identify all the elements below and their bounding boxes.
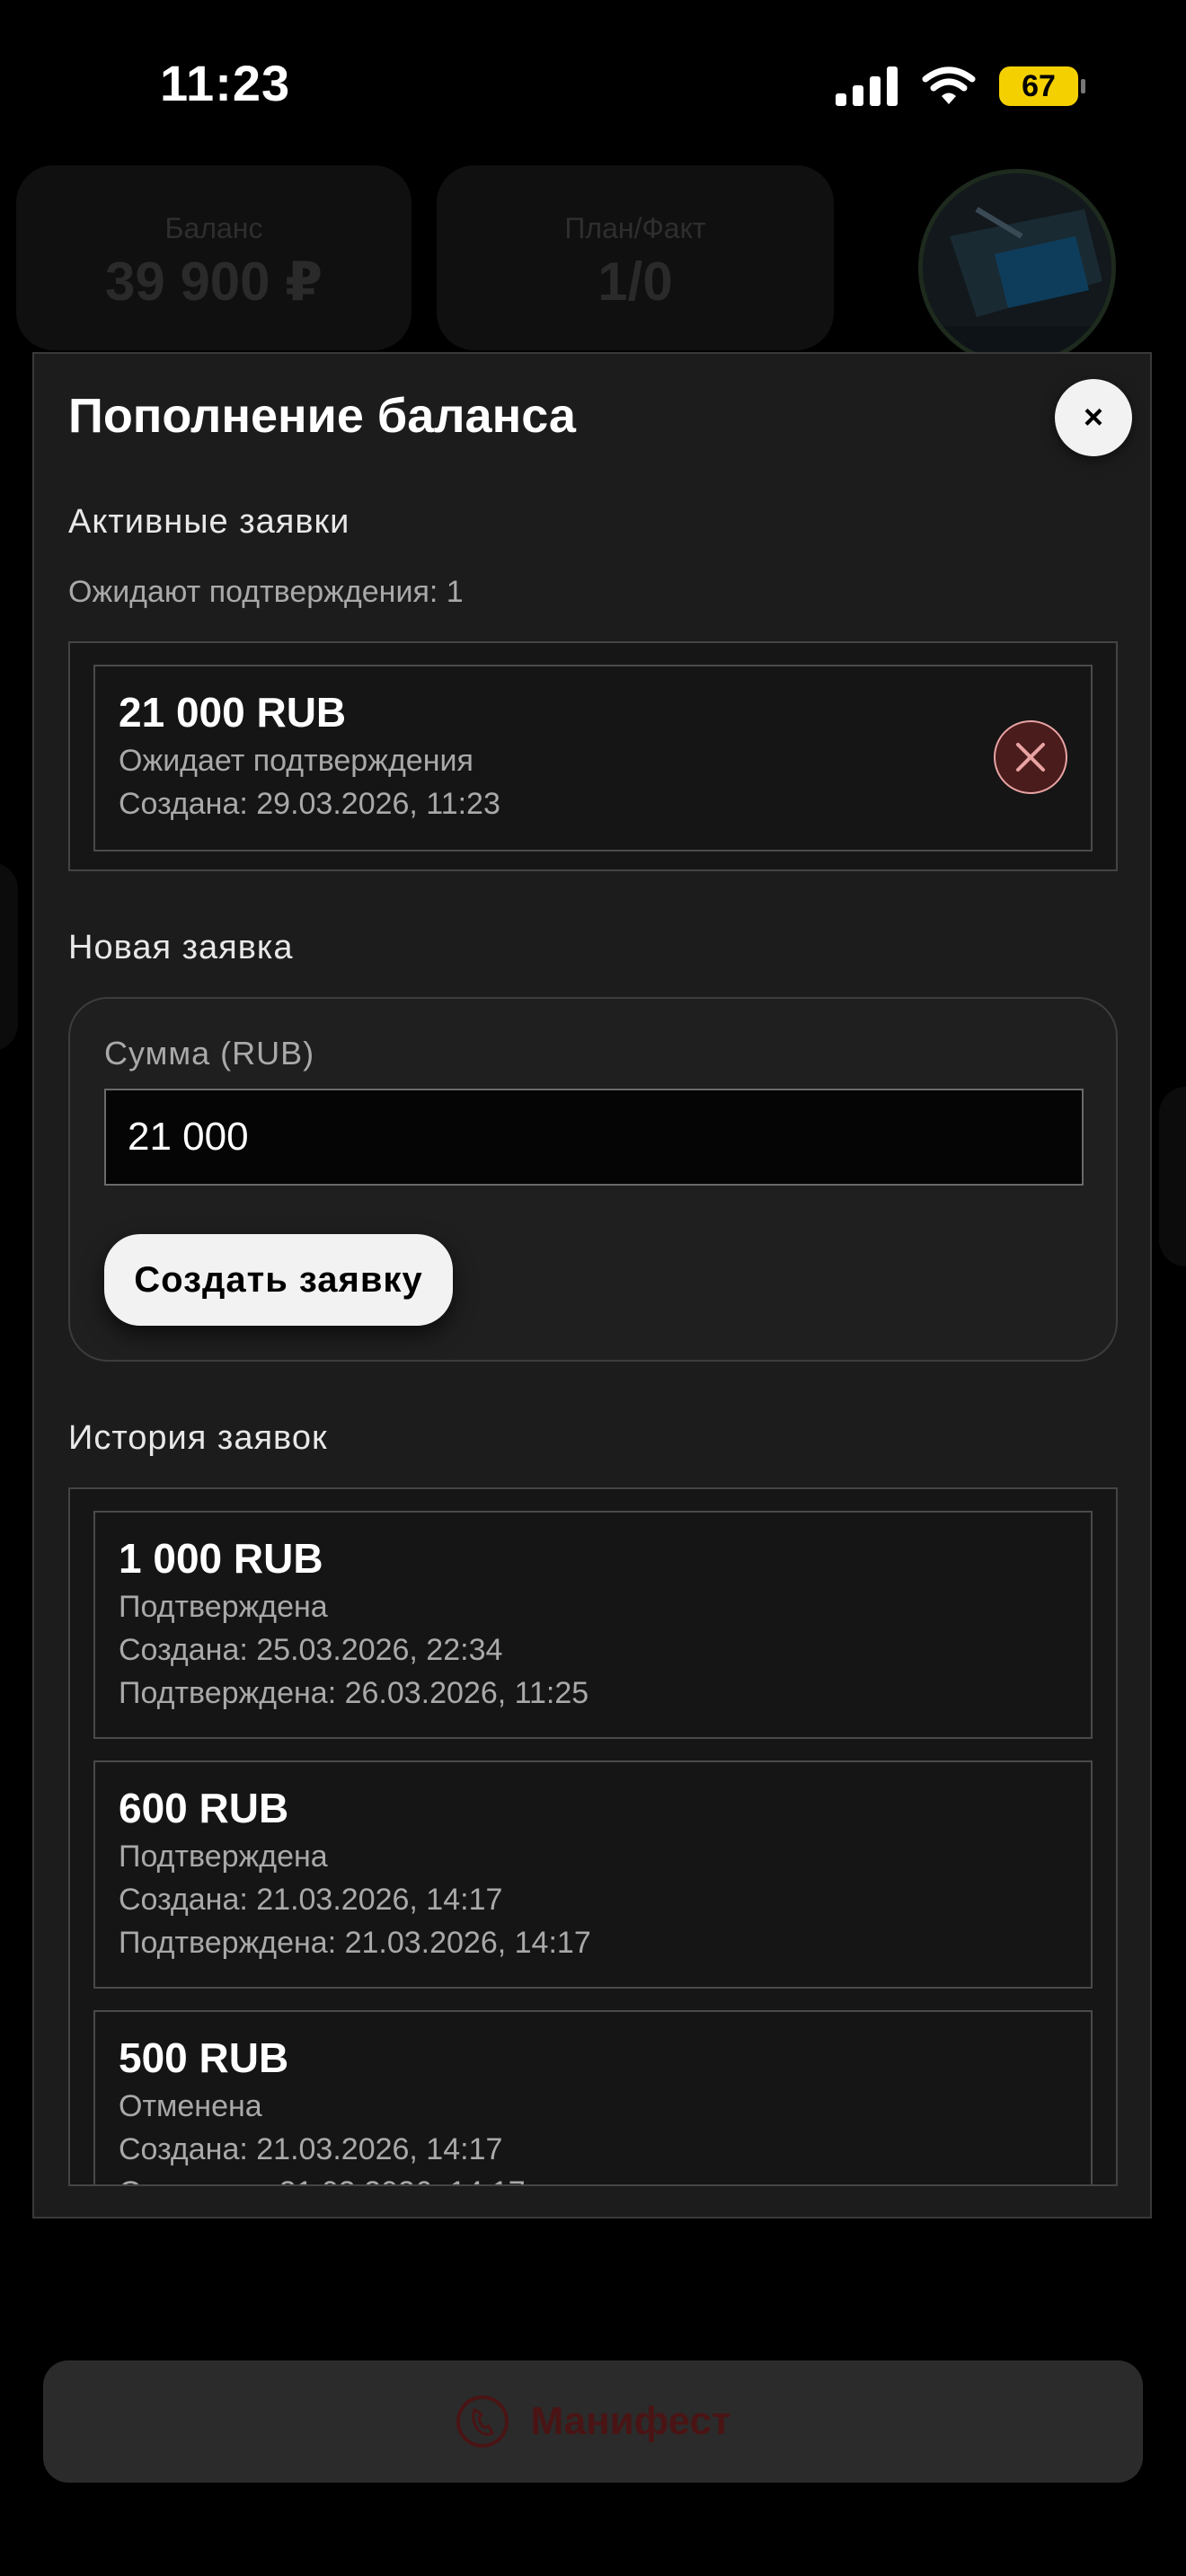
new-request-title: Новая заявка	[68, 929, 294, 966]
top-up-modal: Пополнение баланса × Активные заявки Ожи…	[32, 352, 1152, 2219]
history-status: Отменена	[119, 2089, 262, 2123]
cancel-request-button[interactable]	[994, 720, 1067, 794]
balance-card: Баланс 39 900 ₽	[16, 165, 412, 350]
history-item: 1 000 RUB Подтверждена Создана: 25.03.20…	[93, 1511, 1093, 1739]
status-time: 11:23	[160, 55, 291, 111]
amount-field-label: Сумма (RUB)	[104, 1035, 315, 1072]
modal-title: Пополнение баланса	[68, 389, 576, 443]
wifi-icon	[922, 66, 976, 104]
bg-ghost-panel	[0, 862, 18, 1051]
signal-icon	[836, 66, 898, 106]
pending-count: Ожидают подтверждения: 1	[68, 575, 464, 609]
balance-value: 39 900 ₽	[105, 251, 323, 312]
request-created: Создана: 29.03.2026, 11:23	[119, 787, 500, 821]
new-request-card: Сумма (RUB) Создать заявку	[68, 997, 1118, 1362]
history-item: 500 RUB Отменена Создана: 21.03.2026, 14…	[93, 2010, 1093, 2184]
history-title: История заявок	[68, 1419, 328, 1457]
avatar-image	[923, 173, 1111, 362]
plan-card: План/Факт 1/0	[437, 165, 834, 350]
history-item: 600 RUB Подтверждена Создана: 21.03.2026…	[93, 1760, 1093, 1989]
request-amount: 21 000 RUB	[119, 689, 347, 736]
history-list[interactable]: 1 000 RUB Подтверждена Создана: 25.03.20…	[68, 1487, 1118, 2186]
close-button[interactable]: ×	[1055, 379, 1132, 456]
plan-label: План/Факт	[564, 212, 706, 244]
phone-icon	[456, 2395, 509, 2448]
active-requests-list: 21 000 RUB Ожидает подтверждения Создана…	[68, 641, 1118, 871]
status-icons: 67	[836, 61, 1085, 111]
plan-value: 1/0	[597, 251, 673, 312]
close-icon	[1016, 743, 1045, 772]
history-created: Создана: 21.03.2026, 14:17	[119, 1883, 503, 1917]
request-status: Ожидает подтверждения	[119, 744, 474, 778]
bg-ghost-panel	[1159, 1087, 1186, 1266]
history-amount: 500 RUB	[119, 2034, 289, 2081]
history-confirmed: Подтверждена: 21.03.2026, 14:17	[119, 1926, 591, 1960]
manifest-button[interactable]: Манифест	[43, 2360, 1143, 2483]
create-request-button[interactable]: Создать заявку	[104, 1234, 453, 1326]
history-confirmed: Отменена: 21.03.2026, 14:17	[119, 2175, 526, 2184]
active-requests-title: Активные заявки	[68, 503, 350, 541]
battery-icon: 67	[999, 66, 1085, 106]
balance-label: Баланс	[164, 212, 263, 244]
history-amount: 1 000 RUB	[119, 1535, 323, 1582]
manifest-label: Манифест	[530, 2399, 731, 2443]
history-created: Создана: 21.03.2026, 14:17	[119, 2132, 503, 2166]
amount-input[interactable]	[104, 1089, 1084, 1186]
history-created: Создана: 25.03.2026, 22:34	[119, 1633, 503, 1667]
history-confirmed: Подтверждена: 26.03.2026, 11:25	[119, 1676, 589, 1710]
avatar[interactable]	[918, 169, 1116, 366]
active-request-item: 21 000 RUB Ожидает подтверждения Создана…	[93, 665, 1093, 851]
history-status: Подтверждена	[119, 1590, 328, 1624]
history-status: Подтверждена	[119, 1839, 328, 1874]
close-icon: ×	[1083, 398, 1104, 437]
history-amount: 600 RUB	[119, 1785, 289, 1831]
